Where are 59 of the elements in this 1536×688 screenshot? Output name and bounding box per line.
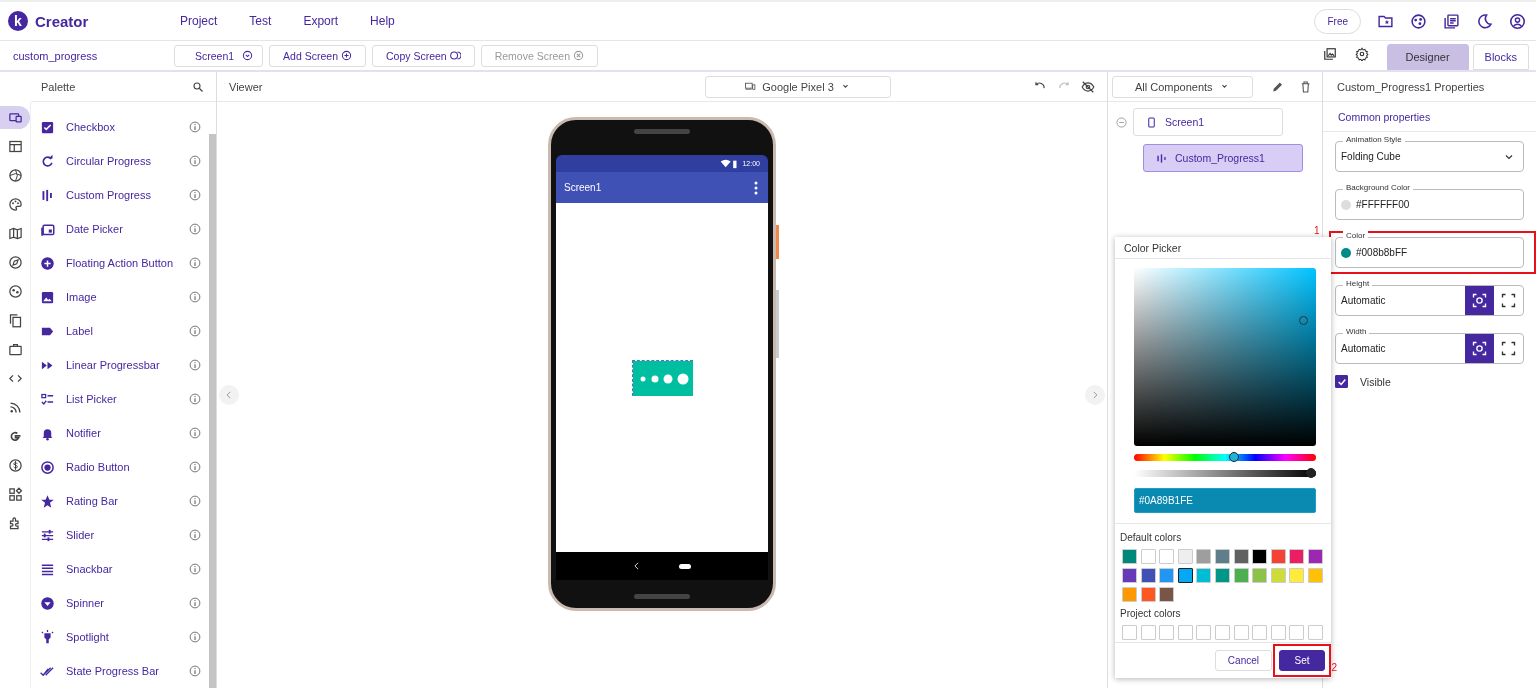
property-field[interactable]: Automatic [1335,333,1524,364]
palette-item[interactable]: Floating Action Button [40,246,209,280]
section-tab[interactable]: Common properties [1338,110,1431,123]
menu-item[interactable]: Test [249,14,272,28]
palette-item[interactable]: Snackbar [40,552,209,586]
menu-item[interactable]: Export [303,14,339,28]
screen-button[interactable]: Screen1 [174,44,264,67]
app-bar: Screen1 [556,172,768,203]
checkbox-label: Visible [1360,375,1391,388]
field-value: #008b8bFF [1356,247,1409,258]
screen-button[interactable]: Copy Screen [372,44,475,67]
palette-item[interactable]: Circular Progress [40,144,209,178]
hex-input[interactable]: #0A89B1FE [1134,488,1316,513]
palette-item[interactable]: Rating Bar [40,484,209,518]
palette-item[interactable]: Checkbox [40,110,209,144]
callout-number: 1 [1314,225,1320,236]
component-node[interactable]: Screen1 [1133,108,1283,136]
panel-title: Palette [41,80,76,93]
panel-title: Custom_Progress1 Properties [1337,80,1485,93]
palette-item[interactable]: Spinner [40,586,209,620]
field-label: Height [1343,279,1373,289]
field-label: Width [1343,327,1370,337]
property-field[interactable]: #008b8bFF [1335,237,1524,268]
menu-item[interactable]: Project [180,14,218,28]
device-dropdown[interactable]: Google Pixel 3 [705,75,891,98]
palette-item[interactable]: Slider [40,518,209,552]
app-logo[interactable]: k [8,11,28,31]
palette-item[interactable]: List Picker [40,382,209,416]
menu-item[interactable]: Help [370,14,395,28]
field-label: Color [1343,231,1369,241]
dialog-button[interactable]: Cancel [1214,650,1272,671]
field-label: Animation Style [1343,135,1405,145]
panel-title: Viewer [229,80,263,93]
mode-tab[interactable]: Designer [1386,44,1469,70]
field-value: Automatic [1341,295,1387,306]
palette-item[interactable]: Notifier [40,416,209,450]
field-value: Folding Cube [1341,151,1402,162]
dialog-button[interactable]: Set [1279,650,1325,671]
field-value: Automatic [1341,343,1387,354]
field-value: #FFFFFF00 [1356,199,1411,210]
dialog-title: Color Picker [1124,241,1182,254]
palette-item[interactable]: State Progress Bar [40,654,209,688]
callout-number: 2 [1331,662,1337,673]
section-label: Default colors [1120,532,1183,543]
palette-item[interactable]: Linear Progressbar [40,348,209,382]
components-filter[interactable]: All Components [1112,75,1253,98]
mode-tab[interactable]: Blocks [1472,44,1529,70]
app-name: Creator [35,12,89,30]
field-label: Background Color [1343,183,1414,193]
section-label: Project colors [1120,608,1182,619]
palette-item[interactable]: Label [40,314,209,348]
component-node[interactable]: Custom_Progress1 [1143,144,1303,172]
palette-item[interactable]: Custom Progress [40,178,209,212]
screen-button[interactable]: Add Screen [269,44,366,67]
project-name: custom_progress [13,49,99,62]
palette-item[interactable]: Image [40,280,209,314]
palette-item[interactable]: Date Picker [40,212,209,246]
palette-item[interactable]: Spotlight [40,620,209,654]
palette-item[interactable]: Radio Button [40,450,209,484]
